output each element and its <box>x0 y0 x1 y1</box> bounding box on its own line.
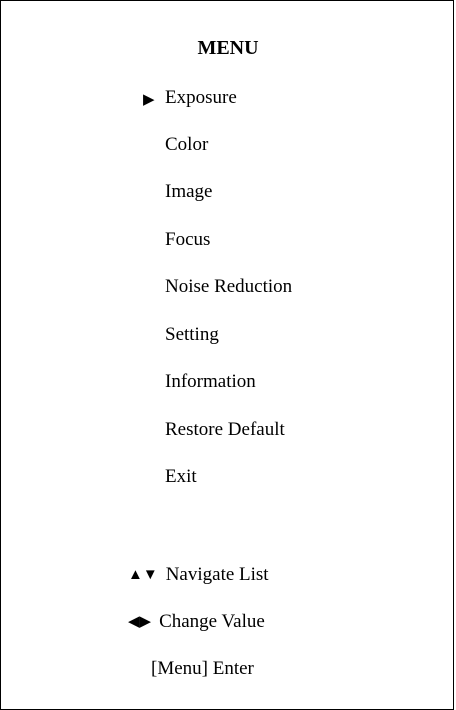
hint-label: Navigate List <box>165 564 269 585</box>
hint-change-value: ◀▶ Change Value <box>128 611 265 633</box>
left-right-arrows-icon: ◀▶ <box>128 614 152 630</box>
menu-item-exposure[interactable]: ▶ Exposure <box>143 87 237 109</box>
menu-item-label: Setting <box>165 324 219 345</box>
menu-item-setting[interactable]: Setting <box>165 324 219 346</box>
hint-menu-enter: [Menu] Enter <box>151 658 254 679</box>
menu-title: MENU <box>197 37 259 59</box>
menu-item-focus[interactable]: Focus <box>165 229 210 251</box>
menu-item-label: Color <box>165 134 209 155</box>
menu-item-label: Exit <box>165 466 197 487</box>
menu-item-restore-default[interactable]: Restore Default <box>165 419 285 441</box>
menu-item-image[interactable]: Image <box>165 181 212 203</box>
up-down-arrows-icon: ▲▼ <box>128 567 158 583</box>
menu-item-exit[interactable]: Exit <box>165 466 197 488</box>
selection-cursor-icon: ▶ <box>143 92 155 108</box>
menu-item-noise-reduction[interactable]: Noise Reduction <box>165 276 292 298</box>
hint-label: Change Value <box>159 611 265 632</box>
menu-item-label: Information <box>165 371 256 392</box>
menu-item-information[interactable]: Information <box>165 371 256 393</box>
menu-item-color[interactable]: Color <box>165 134 208 156</box>
menu-item-label: Exposure <box>165 87 237 108</box>
menu-item-label: Image <box>165 181 213 202</box>
menu-item-label: Noise Reduction <box>165 276 293 297</box>
menu-item-label: Focus <box>165 229 211 250</box>
hint-navigate-list: ▲▼ Navigate List <box>128 564 269 586</box>
menu-item-label: Restore Default <box>165 419 285 440</box>
osd-menu-panel: MENU ▶ Exposure Color Image Focus Noise … <box>0 0 454 710</box>
